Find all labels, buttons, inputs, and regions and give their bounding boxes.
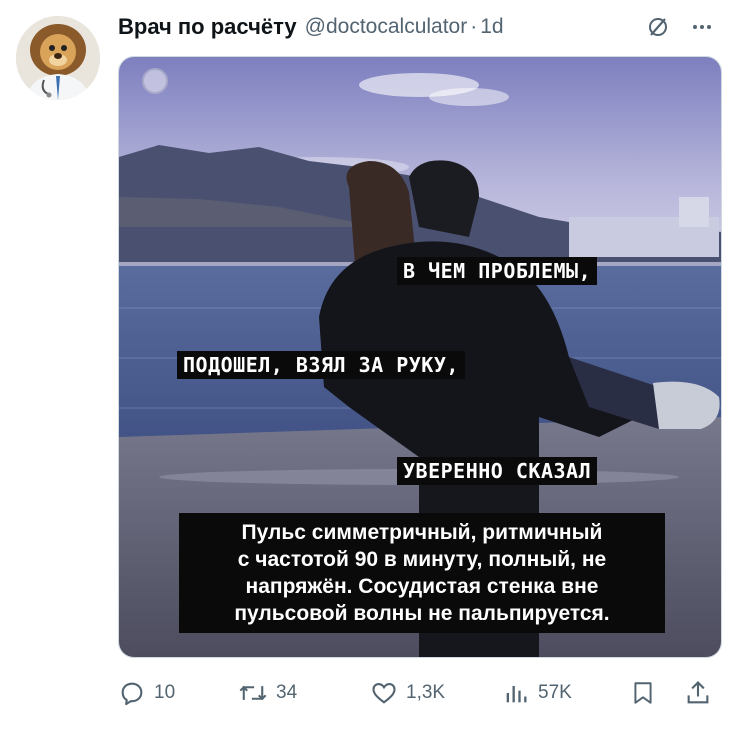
like-button[interactable]: 1,3K xyxy=(370,676,445,710)
reply-button[interactable]: 10 xyxy=(118,676,175,710)
meme-quote-line: с частотой 90 в минуту, полный, не xyxy=(237,548,607,571)
more-icon[interactable] xyxy=(688,13,716,41)
lion-doctor-avatar-image xyxy=(16,16,100,100)
meme-quote-line: Пульс симметричный, ритмичный xyxy=(241,521,603,544)
repost-icon xyxy=(239,685,267,701)
meme-caption-2: ПОДОШЕЛ, ВЗЯЛ ЗА РУКУ, xyxy=(177,351,465,379)
grok-icon[interactable] xyxy=(644,13,672,41)
separator-dot: · xyxy=(470,15,478,38)
tweet-time[interactable]: 1d xyxy=(480,15,503,39)
reply-count: 10 xyxy=(154,682,176,703)
tweet-image[interactable]: В ЧЕМ ПРОБЛЕМЫ, ПОДОШЕЛ, ВЗЯЛ ЗА РУКУ, У… xyxy=(118,56,722,658)
repost-button[interactable]: 34 xyxy=(238,676,297,710)
avatar[interactable] xyxy=(16,16,100,100)
like-icon xyxy=(372,682,396,704)
views-count: 57K xyxy=(538,682,572,703)
reply-icon xyxy=(121,682,143,706)
meme-caption-3: УВЕРЕННО СКАЗАЛ xyxy=(397,457,598,485)
repost-count: 34 xyxy=(276,682,298,703)
author-name[interactable]: Врач по расчёту xyxy=(118,14,297,40)
meme-quote-line: пульсовой волны не пальпируется. xyxy=(234,602,610,625)
tweet-header: Врач по расчёту @doctocalculator · 1d xyxy=(118,10,728,44)
tweet-actions: 10 34 1,3K 57K xyxy=(118,676,722,710)
bookmark-button[interactable] xyxy=(630,676,664,710)
bookmark-icon xyxy=(634,682,652,704)
meme-quote-line: напряжён. Сосудистая стенка вне xyxy=(245,575,599,598)
views-button[interactable]: 57K xyxy=(502,676,572,710)
views-icon xyxy=(506,686,527,703)
meme-quote-block: Пульс симметричный, ритмичный с частотой… xyxy=(179,513,665,633)
author-handle[interactable]: @doctocalculator xyxy=(305,15,468,39)
share-button[interactable] xyxy=(684,676,720,710)
like-count: 1,3K xyxy=(406,682,446,703)
meme-caption-1: В ЧЕМ ПРОБЛЕМЫ, xyxy=(397,257,598,285)
share-icon xyxy=(687,681,709,704)
